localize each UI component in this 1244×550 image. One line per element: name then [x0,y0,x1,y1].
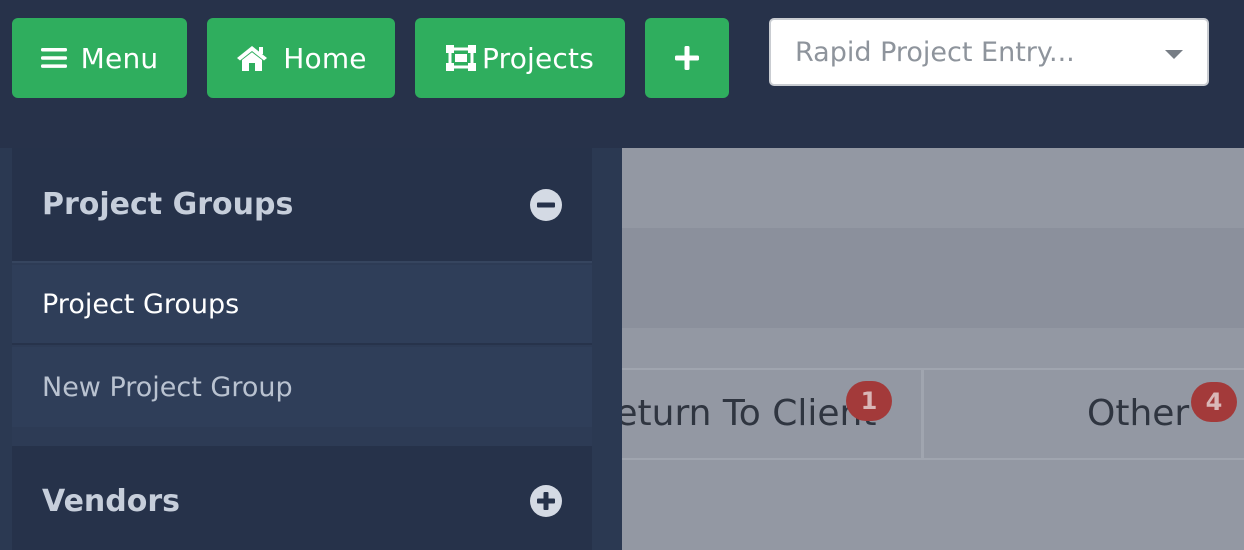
content-band [622,228,1244,328]
add-project-button[interactable] [645,18,729,98]
main-content-overlay: Return To Client 1 Other 4 [622,148,1244,550]
menu-button-label: Menu [80,41,159,75]
plus-circle-icon[interactable] [530,485,562,517]
sidebar-item-new-project-group[interactable]: New Project Group [12,347,592,427]
chevron-down-icon [1165,50,1183,59]
section-divider [12,429,592,446]
projects-button[interactable]: Projects [415,18,625,98]
tab-separator [921,370,924,458]
projects-icon [446,44,476,72]
projects-button-label: Projects [482,41,594,75]
tab-return-to-client[interactable]: Return To Client [622,393,876,434]
section-vendors-title: Vendors [42,483,181,519]
home-icon [235,44,269,72]
sidebar-right-edge [592,148,622,550]
sidebar-menu: Project Groups Project Groups New Projec… [0,148,622,550]
sidebar-item-project-groups[interactable]: Project Groups [12,265,592,345]
home-button[interactable]: Home [207,18,395,98]
home-button-label: Home [283,41,367,75]
top-navbar: Menu Home Projects Rapid Project Entry..… [0,0,1244,148]
section-vendors-header[interactable]: Vendors [12,446,592,550]
menu-button[interactable]: Menu [12,18,187,98]
tab-other[interactable]: Other [1087,393,1189,434]
plus-icon [674,45,700,71]
return-to-client-count-badge: 1 [846,381,892,421]
rapid-project-entry-placeholder: Rapid Project Entry... [795,36,1075,68]
other-count-badge: 4 [1191,382,1237,422]
sidebar-left-edge [0,148,12,550]
tabs-top-border [622,368,1244,370]
rapid-project-entry-select[interactable]: Rapid Project Entry... [769,18,1209,86]
hamburger-icon [40,47,67,69]
minus-circle-icon[interactable] [530,188,562,221]
tabs-bottom-border [622,458,1244,460]
section-project-groups-title: Project Groups [42,187,294,222]
section-project-groups-header[interactable]: Project Groups [12,148,592,263]
